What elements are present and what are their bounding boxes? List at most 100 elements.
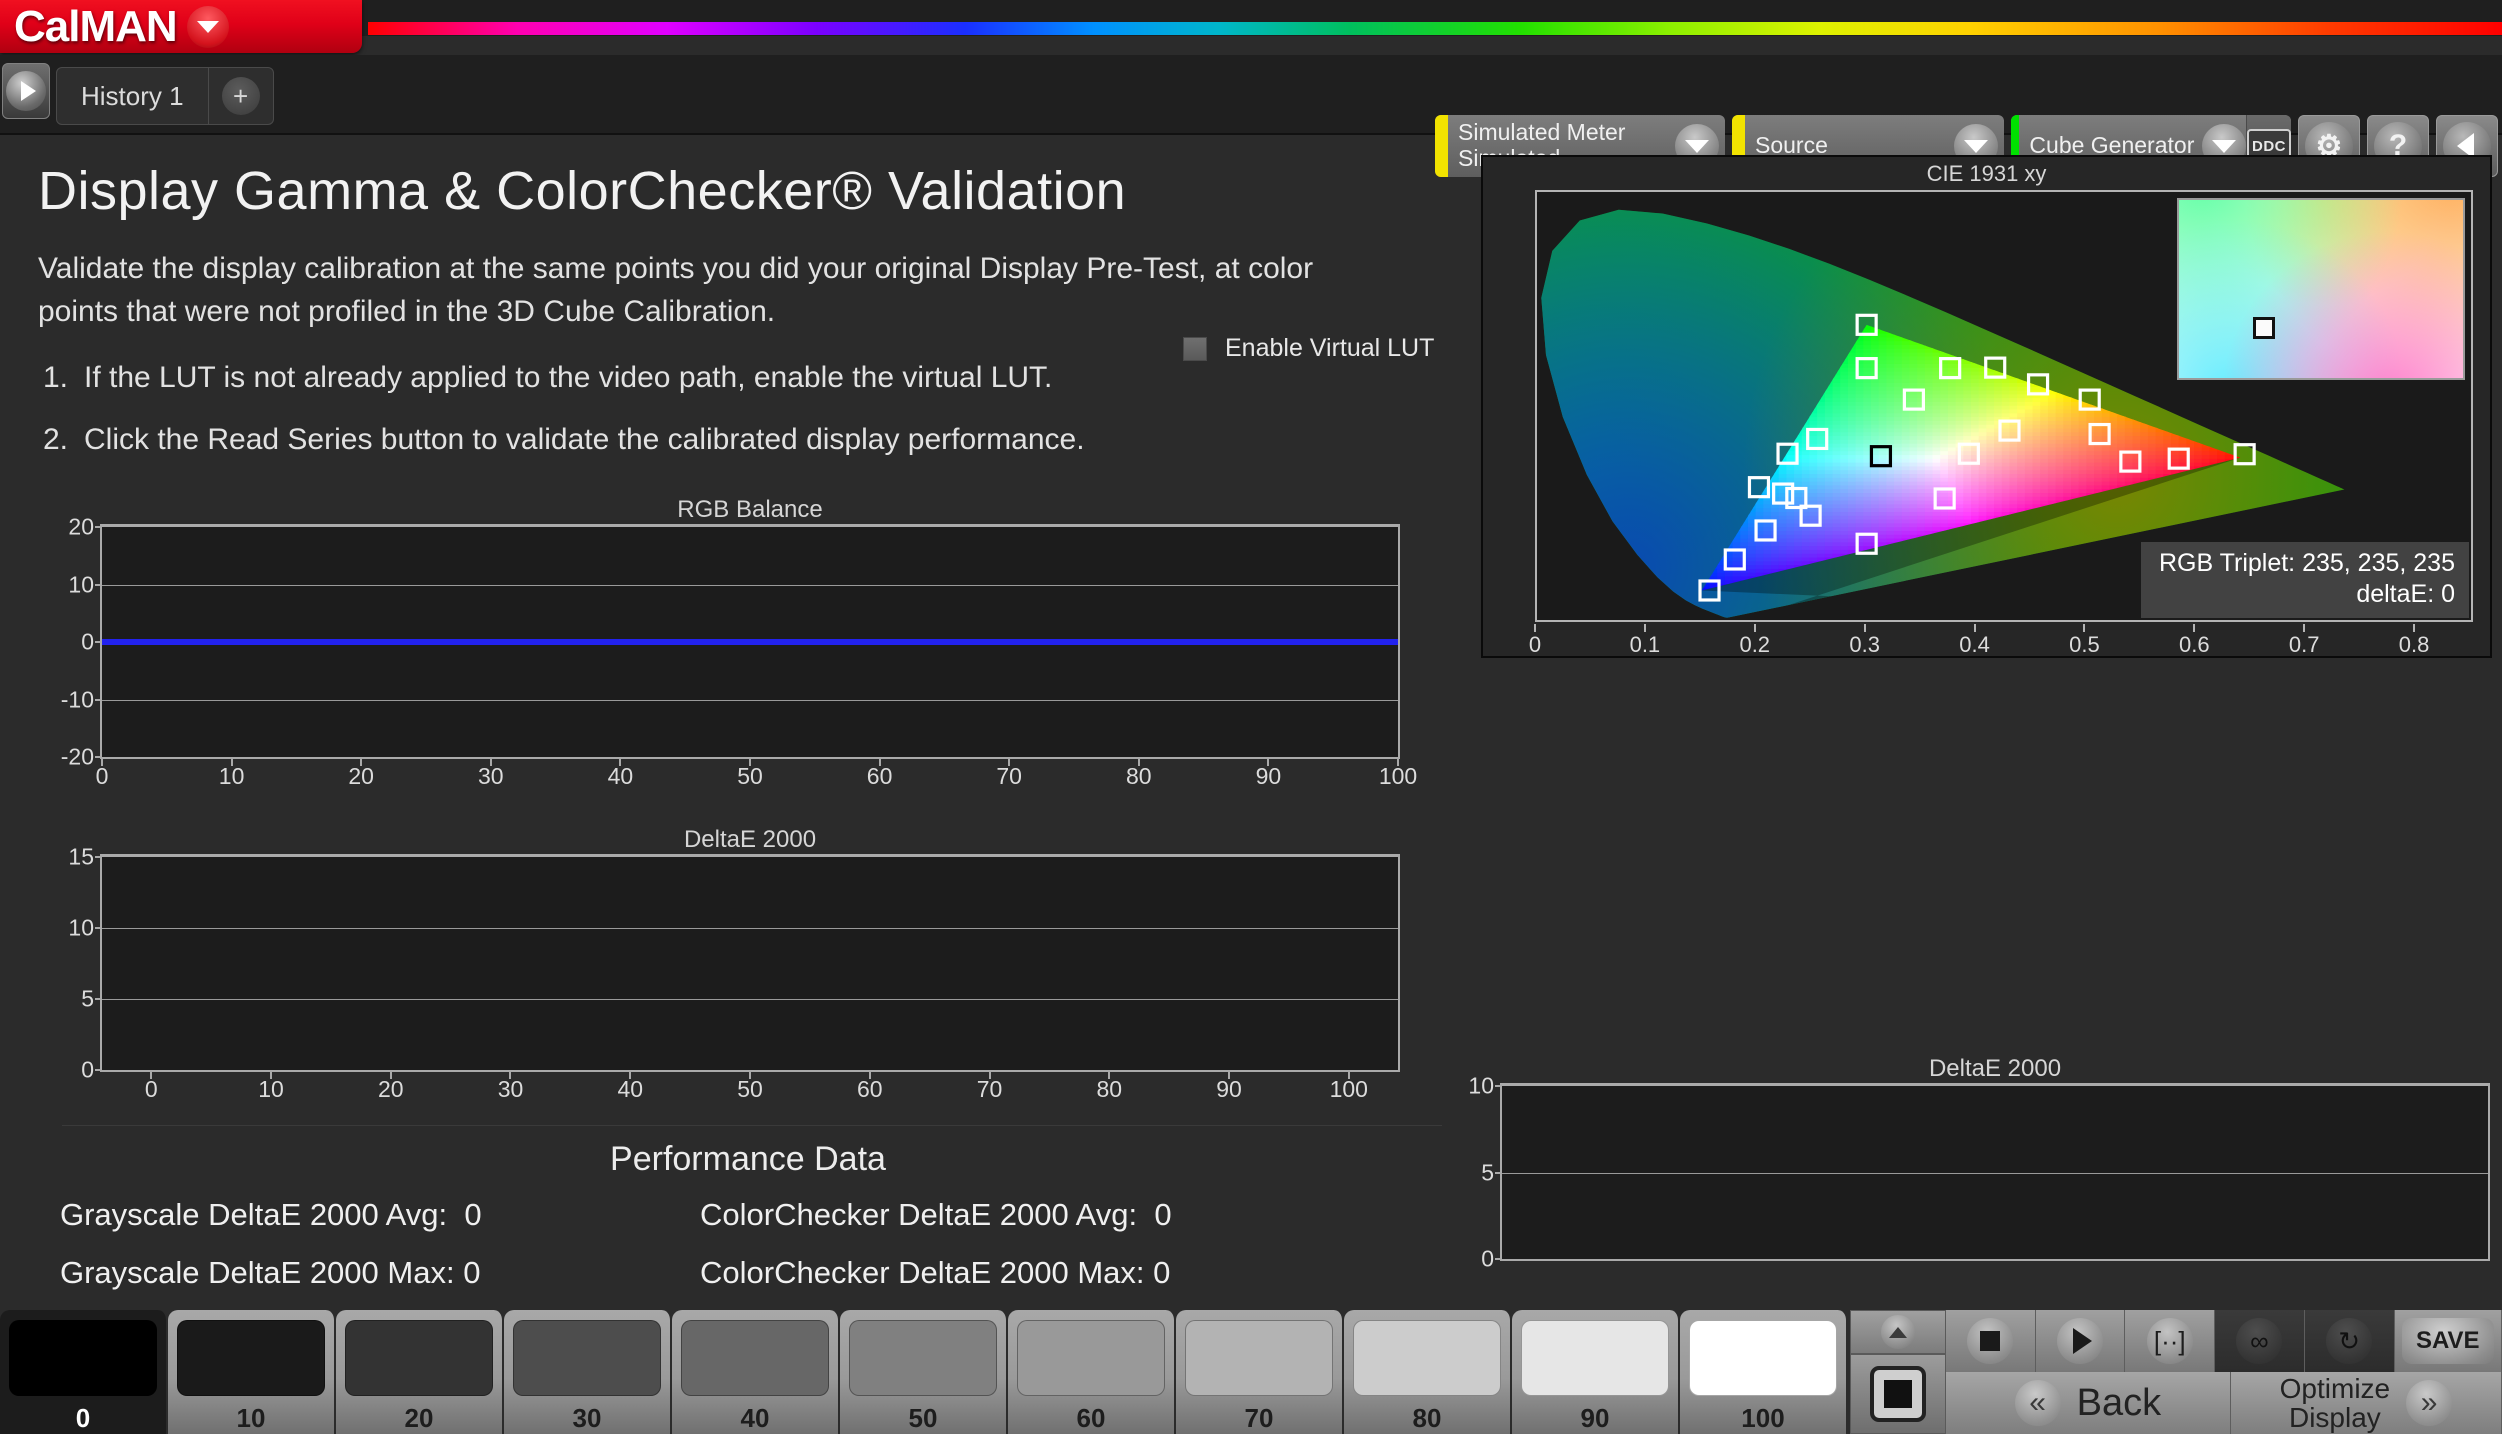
x-axis-tick-label: 0.2 bbox=[1739, 632, 1770, 658]
save-button[interactable]: SAVE bbox=[2395, 1310, 2502, 1372]
x-axis-tick bbox=[150, 1070, 152, 1079]
metric-value: 0 bbox=[1153, 1255, 1170, 1290]
patch-swatch bbox=[9, 1320, 157, 1396]
patch-100[interactable]: 100 bbox=[1680, 1310, 1848, 1434]
save-label: SAVE bbox=[2402, 1318, 2494, 1364]
series-line bbox=[102, 639, 1398, 645]
x-axis-tick-label: 90 bbox=[1216, 1076, 1242, 1103]
patch-20[interactable]: 20 bbox=[336, 1310, 504, 1434]
patch-label: 80 bbox=[1413, 1403, 1442, 1434]
patch-10[interactable]: 10 bbox=[168, 1310, 336, 1434]
x-axis-tick-label: 10 bbox=[258, 1076, 284, 1103]
x-axis-tick-label: 90 bbox=[1256, 763, 1282, 790]
ddc-label: DDC bbox=[2252, 138, 2286, 155]
x-axis-tick-label: 60 bbox=[867, 763, 893, 790]
target-square-icon[interactable] bbox=[1850, 1354, 1946, 1434]
x-axis-tick-label: 10 bbox=[219, 763, 245, 790]
metric-label: Grayscale DeltaE 2000 Max: bbox=[60, 1255, 455, 1290]
x-axis-tick-label: 100 bbox=[1379, 763, 1417, 790]
patch-label: 50 bbox=[909, 1403, 938, 1434]
app-logo[interactable]: CalMAN bbox=[0, 0, 362, 53]
patch-70[interactable]: 70 bbox=[1176, 1310, 1344, 1434]
metric-value: 0 bbox=[1154, 1197, 1171, 1232]
patch-50[interactable]: 50 bbox=[840, 1310, 1008, 1434]
x-axis-tick bbox=[749, 757, 751, 766]
y-axis-tick bbox=[95, 641, 102, 643]
step-number: 1. bbox=[38, 361, 68, 395]
read-series-button[interactable]: [··] bbox=[2125, 1310, 2215, 1372]
x-axis-tick-label: 0.8 bbox=[2399, 632, 2430, 658]
enable-virtual-lut-row[interactable]: Enable Virtual LUT bbox=[1183, 334, 1434, 363]
chevron-down-icon[interactable] bbox=[187, 6, 229, 48]
rgb-triplet-value: RGB Triplet: 235, 235, 235 bbox=[2159, 548, 2455, 579]
refresh-button[interactable]: ↻ bbox=[2305, 1310, 2395, 1372]
x-axis-tick bbox=[390, 1070, 392, 1079]
meter-title: Simulated Meter bbox=[1458, 120, 1625, 146]
step-text: If the LUT is not already applied to the… bbox=[84, 361, 1052, 395]
metric-label: Grayscale DeltaE 2000 Avg: bbox=[60, 1197, 447, 1232]
x-axis-tick-label: 80 bbox=[1126, 763, 1152, 790]
patch-label: 10 bbox=[237, 1403, 266, 1434]
x-axis-tick-label: 0.1 bbox=[1630, 632, 1661, 658]
x-axis-tick-label: 0.3 bbox=[1849, 632, 1880, 658]
x-axis-tick bbox=[2193, 624, 2195, 632]
stop-button[interactable] bbox=[1946, 1310, 2036, 1372]
colorchecker-deltae-chart: DeltaE 2000 0510 bbox=[1500, 1055, 2490, 1261]
next-label: Optimize Display bbox=[2280, 1374, 2390, 1433]
optimize-display-button[interactable]: Optimize Display » bbox=[2231, 1372, 2502, 1434]
chevron-up-icon[interactable] bbox=[1850, 1310, 1946, 1354]
tab-history-1[interactable]: History 1 bbox=[57, 68, 208, 124]
x-axis-tick-label: 50 bbox=[737, 1076, 763, 1103]
x-axis-tick-label: 70 bbox=[996, 763, 1022, 790]
step-text: Click the Read Series button to validate… bbox=[84, 423, 1085, 457]
patch-label: 100 bbox=[1741, 1403, 1784, 1434]
brand-label: CalMAN bbox=[14, 2, 177, 52]
x-axis-tick bbox=[1267, 757, 1269, 766]
gridline bbox=[1502, 1173, 2488, 1174]
continuous-read-button[interactable]: ∞ bbox=[2215, 1310, 2305, 1372]
x-axis-tick bbox=[1974, 624, 1976, 632]
list-item: 2. Click the Read Series button to valid… bbox=[38, 423, 1458, 457]
patch-60[interactable]: 60 bbox=[1008, 1310, 1176, 1434]
y-axis-tick bbox=[95, 526, 102, 528]
x-axis-tick bbox=[1754, 624, 1756, 632]
patch-30[interactable]: 30 bbox=[504, 1310, 672, 1434]
patch-40[interactable]: 40 bbox=[672, 1310, 840, 1434]
y-axis-tick bbox=[95, 699, 102, 701]
x-axis-tick-label: 20 bbox=[378, 1076, 404, 1103]
y-axis-tick bbox=[95, 584, 102, 586]
x-axis-tick bbox=[1138, 757, 1140, 766]
x-axis-tick bbox=[619, 757, 621, 766]
add-tab-button[interactable]: + bbox=[209, 68, 273, 124]
x-axis-tick bbox=[2083, 624, 2085, 632]
patch-80[interactable]: 80 bbox=[1344, 1310, 1512, 1434]
chevron-left-icon: « bbox=[2015, 1380, 2061, 1426]
section-title: Performance Data bbox=[38, 1140, 1458, 1179]
patch-label: 90 bbox=[1581, 1403, 1610, 1434]
patch-0[interactable]: 0 bbox=[0, 1310, 168, 1434]
performance-data-section: Performance Data Grayscale DeltaE 2000 A… bbox=[38, 1140, 1458, 1291]
patch-90[interactable]: 90 bbox=[1512, 1310, 1680, 1434]
back-button[interactable]: « Back bbox=[1946, 1372, 2231, 1434]
enable-virtual-lut-checkbox[interactable] bbox=[1183, 337, 1207, 361]
gridline bbox=[102, 928, 1398, 929]
plot-area[interactable]: RGB Triplet: 235, 235, 235 deltaE: 0 00.… bbox=[1535, 190, 2473, 622]
tab-group: History 1 + bbox=[56, 67, 274, 125]
enable-virtual-lut-label: Enable Virtual LUT bbox=[1225, 334, 1434, 363]
chart-title: DeltaE 2000 bbox=[100, 826, 1400, 854]
chart-title: CIE 1931 xy bbox=[1483, 157, 2490, 187]
plot-area: 0510150102030405060708090100 bbox=[100, 854, 1400, 1072]
rgb-balance-chart: RGB Balance -20-100102001020304050607080… bbox=[100, 496, 1400, 759]
read-button[interactable] bbox=[2036, 1310, 2126, 1372]
grayscale-deltae-chart: DeltaE 2000 0510150102030405060708090100 bbox=[100, 826, 1400, 1072]
patch-swatch bbox=[1353, 1320, 1501, 1396]
x-axis: 0102030405060708090100 bbox=[102, 1070, 1398, 1100]
x-axis-tick-label: 30 bbox=[478, 763, 504, 790]
x-axis-tick bbox=[360, 757, 362, 766]
patch-label: 70 bbox=[1245, 1403, 1274, 1434]
play-icon[interactable] bbox=[2, 63, 50, 119]
y-axis-tick bbox=[1495, 1258, 1502, 1260]
y-axis-tick bbox=[1535, 570, 1537, 572]
y-axis-tick bbox=[95, 998, 102, 1000]
grayscale-max: Grayscale DeltaE 2000 Max: 0 bbox=[60, 1255, 700, 1291]
